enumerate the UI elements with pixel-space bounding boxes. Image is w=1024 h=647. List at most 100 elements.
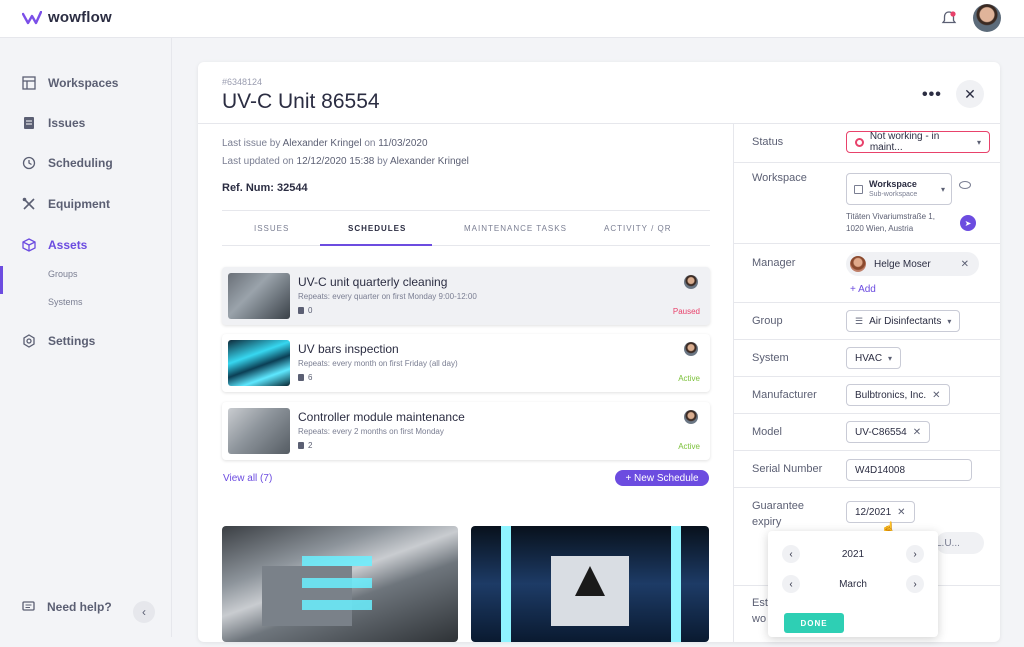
sidebar-item-label: Assets (48, 238, 88, 252)
app-name: wowflow (48, 9, 112, 26)
sub-workspace-name: Sub-workspace (869, 191, 918, 198)
tag-chip[interactable]: L.U... (936, 532, 984, 554)
month-selector: ‹ March › (782, 575, 924, 593)
remove-icon[interactable]: ✕ (897, 507, 905, 518)
sidebar-item-scheduling[interactable]: Scheduling (0, 149, 172, 177)
view-all-link[interactable]: View all (7) (223, 473, 272, 484)
schedule-card[interactable]: UV-C unit quarterly cleaning Repeats: ev… (222, 267, 710, 325)
chevron-down-icon: ▾ (888, 353, 893, 363)
chevron-left-icon[interactable]: ‹ (782, 575, 800, 593)
sidebar-item-equipment[interactable]: Equipment (0, 190, 172, 218)
count-value: 0 (308, 306, 313, 315)
sidebar: Workspaces Issues Scheduling Equipment A… (0, 38, 172, 637)
eye-icon[interactable] (959, 181, 971, 189)
ref-number: Ref. Num: 32544 (222, 182, 308, 194)
tab-issues[interactable]: ISSUES (254, 224, 289, 233)
navigate-icon[interactable]: ➤ (960, 215, 976, 231)
manager-chip[interactable]: Helge Moser ✕ (846, 252, 979, 276)
page-title: UV-C Unit 86554 (222, 90, 380, 113)
new-schedule-button[interactable]: + New Schedule (615, 470, 709, 486)
active-tab-indicator (320, 244, 432, 246)
field-label: Model (752, 426, 782, 438)
schedule-thumbnail (228, 408, 290, 454)
meta-user: Alexander Kringel (389, 156, 469, 167)
add-manager-link[interactable]: + Add (850, 284, 876, 295)
schedule-card[interactable]: UV bars inspection Repeats: every month … (222, 334, 710, 392)
status-dropdown[interactable]: Not working - in maint... ▾ (846, 131, 990, 153)
tab-maintenance-tasks[interactable]: MAINTENANCE TASKS (464, 224, 567, 233)
close-button[interactable]: ✕ (956, 80, 984, 108)
manufacturer-row: Manufacturer Bulbtronics, Inc. ✕ (734, 377, 1000, 414)
month-year-picker: ‹ 2021 › ‹ March › DONE (768, 531, 938, 637)
status-badge: Active (678, 374, 700, 383)
gear-icon (23, 334, 35, 348)
manufacturer-value: Bulbtronics, Inc. (855, 389, 927, 401)
model-tag[interactable]: UV-C86554 ✕ (846, 421, 931, 443)
schedule-title: Controller module maintenance (298, 410, 465, 424)
issues-icon (24, 117, 34, 129)
count-value: 6 (308, 373, 313, 382)
meta-text: Last updated on (222, 156, 294, 167)
schedule-thumbnail (228, 340, 290, 386)
meta-text: Last issue by (222, 138, 281, 149)
schedule-issue-count: 6 (298, 373, 312, 382)
label-line: expiry (752, 516, 782, 528)
tab-activity-qr[interactable]: ACTIVITY / QR (604, 224, 672, 233)
chevron-right-icon[interactable]: › (906, 545, 924, 563)
month-value: March (839, 578, 867, 590)
sidebar-item-label: Workspaces (48, 76, 119, 90)
schedule-card[interactable]: Controller module maintenance Repeats: e… (222, 402, 710, 460)
assignee-avatar (684, 275, 698, 289)
sidebar-subitem-systems[interactable]: Systems (48, 297, 83, 307)
address-line: 1020 Wien, Austria (846, 224, 914, 233)
group-dropdown[interactable]: ☰ Air Disinfectants ▾ (846, 310, 961, 332)
remove-icon[interactable]: ✕ (932, 390, 940, 401)
chevron-left-icon[interactable]: ‹ (782, 545, 800, 563)
done-button[interactable]: DONE (784, 613, 844, 633)
guarantee-tag[interactable]: 12/2021 ✕ (846, 501, 915, 523)
clipboard-icon (298, 307, 304, 314)
address-line: Titäten Vivariumstraße 1, (846, 212, 935, 221)
system-dropdown[interactable]: HVAC ▾ (846, 347, 902, 369)
app-logo[interactable]: wowflow (22, 9, 112, 26)
sidebar-item-settings[interactable]: Settings (0, 327, 172, 355)
manager-row: Manager Helge Moser ✕ + Add (734, 244, 1000, 303)
help-link[interactable]: Need help? (22, 600, 112, 614)
list-icon: ☰ (855, 315, 864, 326)
notification-bell-icon[interactable] (940, 10, 958, 28)
remove-icon[interactable]: ✕ (913, 427, 921, 438)
field-label: Manufacturer (752, 389, 817, 401)
sidebar-item-assets[interactable]: Assets (0, 231, 172, 259)
manufacturer-tag[interactable]: Bulbtronics, Inc. ✕ (846, 384, 950, 406)
meta-date: 11/03/2020 (378, 138, 428, 149)
serial-number-input[interactable]: W4D14008 (846, 459, 972, 481)
serial-row: Serial Number W4D14008 (734, 451, 1000, 488)
schedule-title: UV-C unit quarterly cleaning (298, 275, 448, 289)
tab-bar: ISSUES SCHEDULES MAINTENANCE TASKS ACTIV… (222, 210, 710, 246)
schedule-issue-count: 2 (298, 441, 312, 450)
year-value: 2021 (841, 548, 865, 560)
asset-photo[interactable] (222, 526, 458, 642)
more-options-button[interactable]: ••• (922, 86, 942, 104)
workspace-selector[interactable]: Workspace Sub-workspace ▾ (846, 173, 952, 205)
sidebar-item-issues[interactable]: Issues (0, 109, 172, 137)
history-icon (22, 156, 36, 170)
sidebar-item-workspaces[interactable]: Workspaces (0, 69, 172, 97)
tag-value: L.U... (936, 537, 960, 549)
system-value: HVAC (855, 352, 883, 364)
tab-schedules[interactable]: SCHEDULES (348, 224, 406, 233)
remove-icon[interactable]: ✕ (961, 259, 969, 270)
field-label: Manager (752, 257, 796, 269)
schedule-title: UV bars inspection (298, 342, 399, 356)
user-avatar[interactable] (973, 4, 1001, 32)
chevron-right-icon[interactable]: › (905, 575, 924, 593)
asset-photo[interactable] (471, 526, 709, 642)
collapse-sidebar-button[interactable]: ‹ (133, 601, 155, 623)
cube-icon (22, 238, 36, 252)
manager-name: Helge Moser (874, 258, 931, 270)
count-value: 2 (308, 441, 313, 450)
tools-icon (22, 197, 35, 210)
sidebar-subitem-groups[interactable]: Groups (48, 269, 78, 279)
assignee-avatar (684, 342, 698, 356)
workspace-address: Titäten Vivariumstraße 1, 1020 Wien, Aus… (846, 211, 935, 235)
